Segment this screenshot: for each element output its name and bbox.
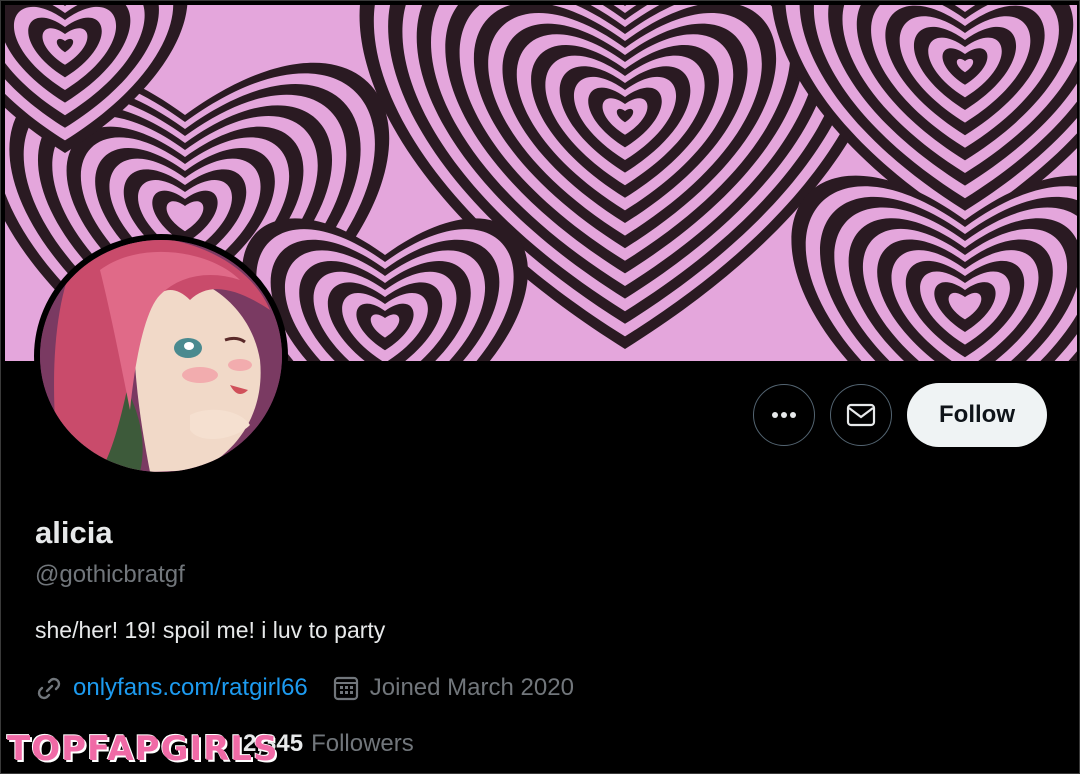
profile-meta: onlyfans.com/ratgirl66 Joined March 2020: [35, 674, 574, 702]
followers-label[interactable]: Followers: [311, 730, 414, 758]
profile-avatar[interactable]: [34, 234, 288, 478]
watermark: TOPFAPGIRLS: [7, 729, 279, 769]
profile-actions: Follow: [753, 383, 1047, 447]
avatar-image: [40, 240, 282, 472]
envelope-icon: [846, 403, 876, 427]
more-button[interactable]: [753, 384, 816, 446]
calendar-icon: [333, 676, 358, 701]
follow-button[interactable]: Follow: [907, 383, 1047, 447]
user-handle: @gothicbratgf: [35, 561, 185, 588]
heart-rings-3: [791, 175, 1077, 361]
link-icon: [37, 677, 61, 700]
joined-date: Joined March 2020: [369, 674, 574, 701]
display-name: alicia: [35, 515, 113, 550]
website-link[interactable]: onlyfans.com/ratgirl66: [73, 674, 308, 702]
more-horizontal-icon: [772, 412, 797, 418]
profile-bio: she/her! 19! spoil me! i luv to party: [35, 617, 386, 643]
message-button[interactable]: [830, 384, 893, 446]
profile-screenshot: Follow alicia @gothicbratgf she/her! 19!…: [0, 0, 1080, 774]
